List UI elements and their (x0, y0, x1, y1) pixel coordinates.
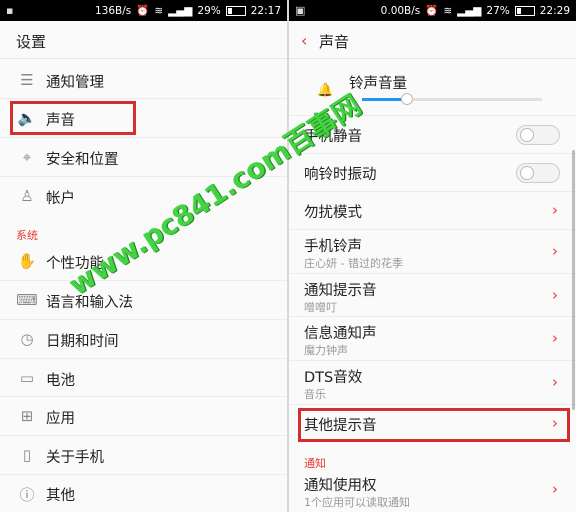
clock-time: 22:29 (539, 4, 570, 17)
location-icon: ⌖ (22, 148, 32, 166)
settings-item-label: 其他 (46, 488, 75, 504)
settings-item-label: 关于手机 (46, 450, 104, 466)
signal-icon: ▂▄▆ (168, 4, 193, 17)
settings-item-accounts[interactable]: ♙ 帐户 (0, 177, 287, 216)
chevron-right-icon: › (552, 373, 558, 391)
page-title: 设置 (16, 33, 47, 51)
wifi-icon: ≋ (443, 4, 453, 17)
info-icon: ⓘ (19, 486, 35, 504)
item-label: 手机铃声 (304, 239, 362, 255)
item-label: 通知提示音 (304, 283, 377, 299)
alarm-icon: ⏰ (425, 5, 439, 17)
settings-item-label: 日期和时间 (46, 334, 119, 350)
toggle-label: 手机静音 (304, 129, 362, 145)
ringtone-volume-row: 🔔 铃声音量 (289, 61, 576, 116)
back-arrow-icon[interactable]: ‹ (301, 31, 307, 50)
settings-item-label: 通知管理 (46, 75, 104, 91)
app-header: ‹ 声音 (289, 21, 576, 59)
sound-item-ringtone[interactable]: 手机铃声 庄心妍 - 错过的花季 › (289, 230, 576, 274)
item-label: 通知使用权 (304, 478, 377, 494)
battery-status-icon (225, 5, 246, 16)
item-label: 信息通知声 (304, 326, 377, 342)
ringtone-volume-label: 铃声音量 (349, 76, 407, 92)
settings-item-battery[interactable]: ▭ 电池 (0, 359, 287, 397)
item-subtitle: 魔力钟声 (304, 344, 348, 357)
chevron-right-icon: › (552, 480, 558, 498)
item-subtitle: 1个应用可以读取通知 (304, 496, 410, 509)
person-icon: ♙ (20, 187, 34, 205)
item-label: DTS音效 (304, 370, 363, 386)
battery-status-icon (514, 5, 535, 16)
phone-icon: ▯ (22, 446, 32, 464)
settings-item-personal-features[interactable]: ✋ 个性功能 (0, 242, 287, 281)
bell-icon: 🔔 (317, 83, 334, 98)
notification-icon: ☰ (20, 71, 34, 89)
network-speed: 0.00B/s (380, 4, 421, 17)
apps-icon: ⊞ (20, 407, 34, 425)
vibrate-on-ring-switch[interactable] (516, 163, 560, 183)
ringtone-volume-slider[interactable] (362, 93, 542, 105)
battery-percent: 29% (197, 4, 221, 17)
section-header-notifications: 通知 (304, 457, 326, 470)
sound-item-dts-audio[interactable]: DTS音效 音乐 › (289, 361, 576, 405)
settings-item-about-phone[interactable]: ▯ 关于手机 (0, 436, 287, 475)
chevron-right-icon: › (552, 201, 558, 219)
notification-status-icons: ▣ (295, 4, 306, 17)
network-speed: 136B/s (95, 4, 132, 17)
sound-item-notification-tone[interactable]: 通知提示音 噌噌叮 › (289, 274, 576, 317)
chevron-right-icon: › (552, 329, 558, 347)
settings-item-label: 应用 (46, 411, 75, 427)
settings-item-other[interactable]: ⓘ 其他 (0, 475, 287, 512)
settings-panel: ▪ 136B/s ⏰ ≋ ▂▄▆ 29% 22:17 设置 ☰ 通知管理 🔈 声… (0, 0, 287, 512)
settings-item-label: 语言和输入法 (46, 295, 133, 311)
chevron-right-icon: › (552, 242, 558, 260)
item-subtitle: 音乐 (304, 388, 326, 401)
scrollbar[interactable] (572, 150, 575, 410)
app-header: 设置 (0, 21, 287, 59)
highlight-box (10, 101, 136, 135)
section-header-system: 系统 (16, 229, 38, 242)
status-bar: ▪ 136B/s ⏰ ≋ ▂▄▆ 29% 22:17 (0, 0, 287, 21)
settings-item-apps[interactable]: ⊞ 应用 (0, 397, 287, 436)
battery-percent: 27% (486, 4, 510, 17)
item-subtitle: 庄心妍 - 错过的花季 (304, 257, 403, 270)
settings-item-security-location[interactable]: ⌖ 安全和位置 (0, 138, 287, 177)
toggle-row-silent[interactable]: 手机静音 (289, 116, 576, 154)
toggle-label: 响铃时振动 (304, 167, 377, 183)
settings-item-label: 帐户 (46, 191, 75, 207)
clock-time: 22:17 (250, 4, 281, 17)
highlight-box (298, 408, 570, 442)
settings-item-language-input[interactable]: ⌨ 语言和输入法 (0, 281, 287, 320)
settings-item-label: 个性功能 (46, 256, 104, 272)
alarm-icon: ⏰ (136, 5, 150, 17)
notification-status-icons: ▪ (6, 4, 14, 17)
sound-item-do-not-disturb[interactable]: 勿扰模式 › (289, 192, 576, 230)
keyboard-icon: ⌨ (16, 291, 38, 309)
settings-item-label: 电池 (46, 373, 75, 389)
battery-icon: ▭ (19, 369, 35, 387)
slider-thumb[interactable] (401, 93, 413, 105)
hand-icon: ✋ (17, 252, 37, 270)
settings-item-notifications[interactable]: ☰ 通知管理 (0, 61, 287, 99)
settings-item-date-time[interactable]: ◷ 日期和时间 (0, 320, 287, 359)
status-bar: ▣ 0.00B/s ⏰ ≋ ▂▄▆ 27% 22:29 (289, 0, 576, 21)
item-label: 勿扰模式 (304, 205, 362, 221)
toggle-row-vibrate[interactable]: 响铃时振动 (289, 154, 576, 192)
item-subtitle: 噌噌叮 (304, 301, 337, 314)
page-title: 声音 (319, 33, 350, 51)
chevron-right-icon: › (552, 286, 558, 304)
signal-icon: ▂▄▆ (457, 4, 482, 17)
sound-panel: ▣ 0.00B/s ⏰ ≋ ▂▄▆ 27% 22:29 ‹ 声音 🔔 铃声音量 … (289, 0, 576, 512)
sound-item-notification-access[interactable]: 通知使用权 1个应用可以读取通知 › (289, 470, 576, 512)
silent-mode-switch[interactable] (516, 125, 560, 145)
sound-item-message-tone[interactable]: 信息通知声 魔力钟声 › (289, 317, 576, 361)
clock-icon: ◷ (20, 330, 34, 348)
wifi-icon: ≋ (154, 4, 164, 17)
settings-item-label: 安全和位置 (46, 152, 119, 168)
